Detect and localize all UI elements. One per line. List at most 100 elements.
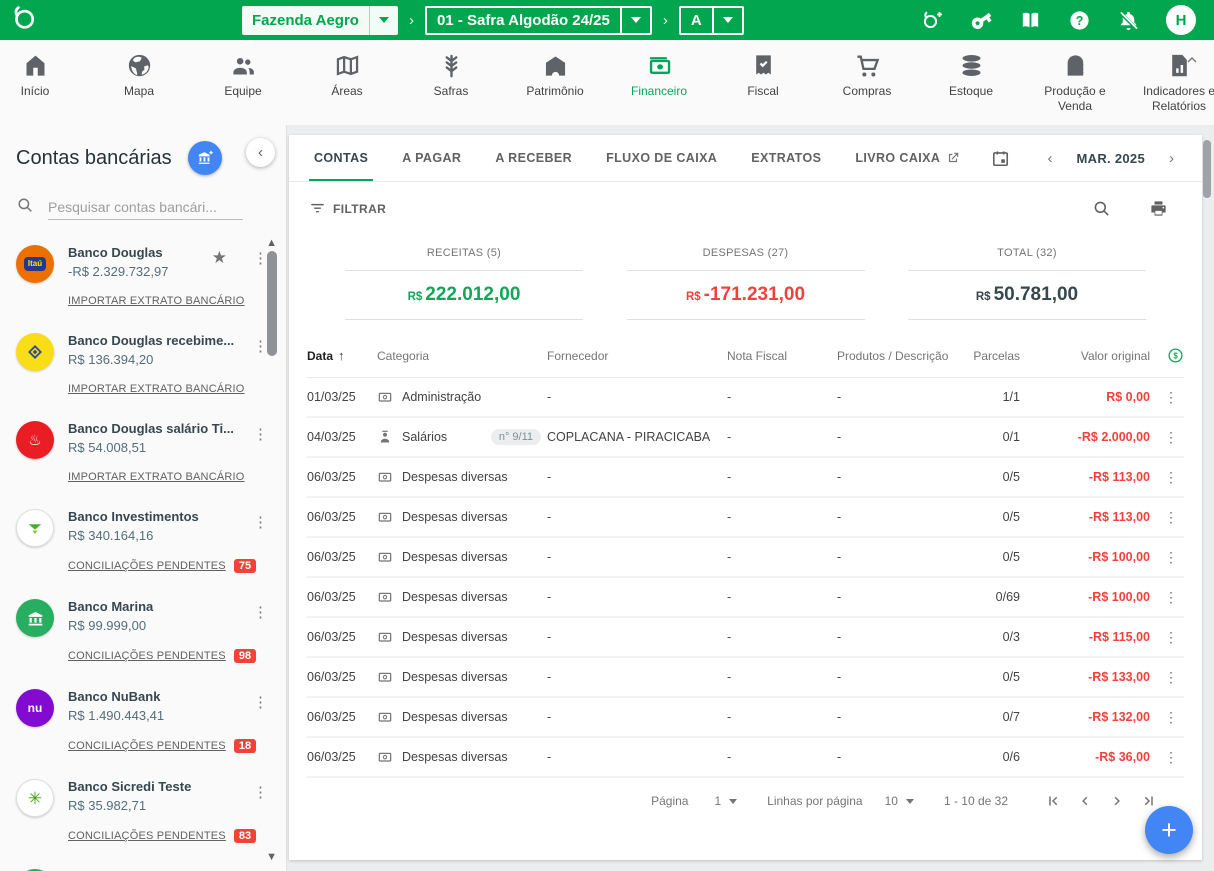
table-row[interactable]: 01/03/25 Administração - - - 1/1 R$ 0,00…: [307, 378, 1184, 418]
tab-fluxo-de-caixa[interactable]: FLUXO DE CAIXA: [589, 135, 734, 181]
table-row[interactable]: 06/03/25 Despesas diversas - - - 0/3 -R$…: [307, 618, 1184, 658]
kebab-menu-icon[interactable]: ⋮: [241, 779, 270, 801]
kebab-menu-icon[interactable]: ⋮: [241, 689, 270, 711]
column-header-nota-fiscal[interactable]: Nota Fiscal: [727, 349, 837, 363]
season-selector[interactable]: 01 - Safra Algodão 24/25: [425, 6, 652, 35]
column-header-produtos[interactable]: Produtos / Descrição: [837, 349, 960, 363]
sidebar-scrollbar-thumb[interactable]: [267, 251, 277, 356]
nav-item-areas[interactable]: Áreas: [308, 52, 386, 99]
table-row[interactable]: 06/03/25 Despesas diversas - - - 0/7 -R$…: [307, 698, 1184, 738]
previous-month-chevron[interactable]: ‹: [1044, 150, 1057, 167]
row-kebab-menu-icon[interactable]: ⋮: [1158, 509, 1184, 526]
kebab-menu-icon[interactable]: ⋮: [241, 421, 270, 443]
tab-extratos[interactable]: EXTRATOS: [734, 135, 838, 181]
nav-item-mapa[interactable]: Mapa: [100, 52, 178, 99]
print-icon[interactable]: [1149, 199, 1168, 218]
table-row[interactable]: 06/03/25 Despesas diversas - - - 0/5 -R$…: [307, 658, 1184, 698]
row-kebab-menu-icon[interactable]: ⋮: [1158, 629, 1184, 646]
row-kebab-menu-icon[interactable]: ⋮: [1158, 429, 1184, 446]
account-action-link[interactable]: CONCILIAÇÕES PENDENTES: [68, 740, 226, 752]
column-header-parcelas[interactable]: Parcelas: [960, 349, 1020, 363]
next-month-chevron[interactable]: ›: [1165, 150, 1178, 167]
cell-category: Salários n° 9/11: [377, 429, 547, 445]
nav-item-estoque[interactable]: Estoque: [932, 52, 1010, 99]
account-action-link[interactable]: IMPORTAR EXTRATO BANCÁRIO: [68, 383, 245, 395]
tab-a-pagar[interactable]: A PAGAR: [385, 135, 478, 181]
row-kebab-menu-icon[interactable]: ⋮: [1158, 749, 1184, 766]
column-header-valor-original[interactable]: Valor original: [1020, 349, 1150, 363]
bank-account-item[interactable]: Banco Investimentos R$ 340.164,16 ⋮ CONC…: [0, 500, 286, 573]
bank-account-item[interactable]: BANCO TESTE BRUNA R$ 4.459,51 ⋮: [0, 860, 286, 871]
farm-selector[interactable]: Fazenda Aegro: [242, 6, 398, 35]
row-kebab-menu-icon[interactable]: ⋮: [1158, 669, 1184, 686]
nav-item-safras[interactable]: Safras: [412, 52, 490, 99]
collapse-sidebar-button[interactable]: ‹: [246, 138, 275, 167]
bank-account-item[interactable]: Banco Douglas recebime... R$ 136.394,20 …: [0, 324, 286, 395]
tab-contas[interactable]: CONTAS: [297, 135, 385, 181]
cell-produtos: -: [837, 710, 960, 724]
bank-account-item[interactable]: Banco Marina R$ 99.999,00 ⋮ CONCILIAÇÕES…: [0, 590, 286, 663]
last-page-button[interactable]: [1140, 792, 1158, 810]
column-header-categoria[interactable]: Categoria: [377, 349, 547, 363]
avatar[interactable]: H: [1166, 5, 1196, 35]
filter-button[interactable]: FILTRAR: [309, 200, 386, 217]
sidebar-scroll-down-arrow[interactable]: ▼: [266, 851, 277, 863]
bank-account-item[interactable]: ♨ Banco Douglas salário Ti... R$ 54.008,…: [0, 412, 286, 483]
book-icon[interactable]: [1019, 9, 1042, 32]
table-row[interactable]: 06/03/25 Despesas diversas - - - 0/5 -R$…: [307, 498, 1184, 538]
column-header-data[interactable]: Data↑: [307, 348, 377, 363]
org-selector[interactable]: A: [679, 6, 744, 35]
account-action-link[interactable]: CONCILIAÇÕES PENDENTES: [68, 830, 226, 842]
table-row[interactable]: 06/03/25 Despesas diversas - - - 0/5 -R$…: [307, 458, 1184, 498]
add-transaction-fab[interactable]: +: [1145, 806, 1193, 854]
nav-item-equipe[interactable]: Equipe: [204, 52, 282, 99]
bank-account-item[interactable]: nu Banco NuBank R$ 1.490.443,41 ⋮ CONCIL…: [0, 680, 286, 753]
sidebar-scroll-up-arrow[interactable]: ▲: [266, 237, 277, 249]
tab-livro-caixa[interactable]: LIVRO CAIXA: [838, 135, 977, 181]
nav-item-fiscal[interactable]: Fiscal: [724, 52, 802, 99]
first-page-button[interactable]: [1044, 792, 1062, 810]
row-kebab-menu-icon[interactable]: ⋮: [1158, 549, 1184, 566]
window-scrollbar-thumb[interactable]: [1203, 140, 1211, 198]
account-action-link[interactable]: IMPORTAR EXTRATO BANCÁRIO: [68, 471, 245, 483]
nav-item-indicadores-relatorios[interactable]: Indicadores e Relatórios: [1140, 52, 1214, 114]
table-row[interactable]: 04/03/25 Salários n° 9/11 COPLACANA - PI…: [307, 418, 1184, 458]
notifications-off-icon[interactable]: [1117, 9, 1140, 32]
search-bank-accounts-input[interactable]: [48, 195, 243, 220]
row-kebab-menu-icon[interactable]: ⋮: [1158, 709, 1184, 726]
nav-item-inicio[interactable]: Início: [0, 52, 74, 99]
nav-item-financeiro[interactable]: Financeiro: [620, 52, 698, 99]
account-action-link[interactable]: CONCILIAÇÕES PENDENTES: [68, 560, 226, 572]
collapse-nav-chevron-up-icon[interactable]: [1184, 52, 1200, 73]
row-kebab-menu-icon[interactable]: ⋮: [1158, 589, 1184, 606]
table-row[interactable]: 06/03/25 Despesas diversas - - - 0/6 -R$…: [307, 738, 1184, 778]
column-header-fornecedor[interactable]: Fornecedor: [547, 349, 727, 363]
cell-parcelas: 0/7: [960, 710, 1020, 724]
key-icon[interactable]: [970, 9, 993, 32]
star-icon[interactable]: ★: [212, 245, 227, 266]
kebab-menu-icon[interactable]: ⋮: [241, 333, 270, 355]
tab-a-receber[interactable]: A RECEBER: [478, 135, 589, 181]
table-row[interactable]: 06/03/25 Despesas diversas - - - 0/5 -R$…: [307, 538, 1184, 578]
table-search-icon[interactable]: [1092, 199, 1111, 218]
kebab-menu-icon[interactable]: ⋮: [241, 599, 270, 621]
nav-item-producao-venda[interactable]: Produção e Venda: [1036, 52, 1114, 114]
previous-page-button[interactable]: [1076, 792, 1094, 810]
invite-user-icon[interactable]: [920, 8, 944, 32]
nav-item-compras[interactable]: Compras: [828, 52, 906, 99]
rows-per-page-selector[interactable]: Linhas por página 10: [767, 794, 914, 808]
account-action-link[interactable]: CONCILIAÇÕES PENDENTES: [68, 650, 226, 662]
nav-item-patrimonio[interactable]: Patrimônio: [516, 52, 594, 99]
next-page-button[interactable]: [1108, 792, 1126, 810]
bank-account-item[interactable]: Itaú Banco Douglas -R$ 2.329.732,97 ★ ⋮ …: [0, 236, 286, 307]
help-icon[interactable]: ?: [1068, 9, 1091, 32]
page-selector[interactable]: Página 1: [651, 794, 737, 808]
calendar-icon[interactable]: [991, 149, 1010, 168]
table-row[interactable]: 06/03/25 Despesas diversas - - - 0/69 -R…: [307, 578, 1184, 618]
account-action-link[interactable]: IMPORTAR EXTRATO BANCÁRIO: [68, 295, 245, 307]
bank-account-item[interactable]: ✳ Banco Sicredi Teste R$ 35.982,71 ⋮ CON…: [0, 770, 286, 843]
add-bank-account-button[interactable]: [188, 141, 222, 175]
row-kebab-menu-icon[interactable]: ⋮: [1158, 469, 1184, 486]
kebab-menu-icon[interactable]: ⋮: [241, 509, 270, 531]
row-kebab-menu-icon[interactable]: ⋮: [1158, 389, 1184, 406]
